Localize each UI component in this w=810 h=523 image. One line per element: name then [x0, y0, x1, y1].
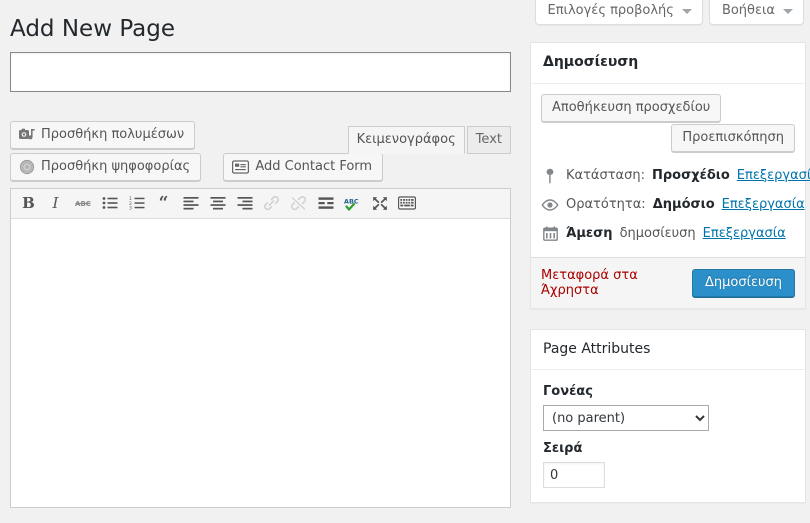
numbered-list-icon[interactable]: 1 2 3 — [123, 191, 150, 216]
insert-more-tag-icon[interactable] — [312, 191, 339, 216]
editor-container: B I ABC — [10, 187, 511, 508]
add-contact-form-label: Add Contact Form — [255, 158, 373, 174]
italic-icon[interactable]: I — [42, 191, 69, 216]
strikethrough-icon[interactable]: ABC — [69, 191, 96, 216]
pin-icon — [541, 168, 559, 184]
schedule-row: Άμεση δημοσίευση Επεξεργασία — [541, 220, 795, 249]
minor-publishing-actions: Αποθήκευση προσχεδίου Προεπισκόπηση — [541, 93, 795, 156]
tab-text-editor[interactable]: Text — [466, 125, 511, 154]
editor-wrap: Προσθήκη πολυμέσων Προσθήκη ψηφοφορίας A… — [10, 120, 511, 508]
svg-text:3: 3 — [129, 205, 132, 210]
svg-text:ABC: ABC — [344, 197, 359, 205]
secondary-media-buttons: Προσθήκη ψηφοφορίας Add Contact Form — [10, 152, 511, 181]
schedule-value: Άμεση — [566, 225, 613, 241]
post-status-value: Προσχέδιο — [651, 167, 730, 183]
page-attributes-body: Γονέας (no parent) Σειρά — [531, 370, 805, 502]
editor-mode-tabs: Κειμενογράφος Text — [347, 121, 511, 154]
add-media-button[interactable]: Προσθήκη πολυμέσων — [10, 120, 196, 149]
schedule-label: δημοσίευση — [619, 225, 696, 241]
chevron-down-icon — [681, 8, 692, 14]
misc-publishing-actions: Κατάσταση: Προσχέδιο Επεξεργασία Ορατότη… — [531, 156, 810, 257]
toolbar-toggle-icon[interactable] — [393, 191, 420, 216]
order-label: Σειρά — [543, 441, 583, 457]
blockquote-icon[interactable]: “ — [150, 191, 177, 216]
publish-box-heading: Δημοσίευση — [531, 43, 805, 84]
help-tab[interactable]: Βοήθεια — [708, 0, 804, 25]
publish-button[interactable]: Δημοσίευση — [691, 268, 795, 297]
major-publishing-actions: Μεταφορά στα Άχρηστα Δημοσίευση — [531, 256, 805, 308]
blockquote-glyph: “ — [158, 192, 169, 213]
screen-options-label: Επιλογές προβολής — [547, 3, 674, 18]
align-left-icon[interactable] — [177, 191, 204, 216]
visibility-value: Δημόσιο — [652, 196, 715, 212]
add-contact-form-button[interactable]: Add Contact Form — [223, 152, 384, 181]
add-media-label: Προσθήκη πολυμέσων — [41, 126, 185, 142]
bold-glyph: B — [22, 194, 35, 213]
editor-content-area[interactable] — [11, 218, 510, 507]
unlink-icon[interactable] — [285, 191, 312, 216]
screen-meta-links: Επιλογές προβολής Βοήθεια — [534, 0, 804, 25]
save-draft-button[interactable]: Αποθήκευση προσχεδίου — [541, 93, 722, 122]
insert-link-icon[interactable] — [258, 191, 285, 216]
bullet-list-icon[interactable] — [96, 191, 123, 216]
align-right-icon[interactable] — [231, 191, 258, 216]
edit-schedule-link[interactable]: Επεξεργασία — [703, 225, 786, 243]
add-media-icon — [19, 127, 35, 143]
order-input[interactable] — [543, 462, 605, 489]
page-title: Add New Page — [10, 16, 175, 42]
add-poll-button[interactable]: Προσθήκη ψηφοφορίας — [10, 152, 202, 181]
post-status-label: Κατάσταση: — [566, 167, 645, 183]
italic-glyph: I — [52, 194, 59, 213]
visibility-label: Ορατότητα: — [566, 196, 646, 212]
eye-icon — [541, 198, 559, 211]
move-to-trash-link[interactable]: Μεταφορά στα Άχρηστα — [541, 268, 692, 298]
post-title-wrap — [10, 52, 511, 92]
spellcheck-icon[interactable]: ABC — [339, 191, 366, 216]
parent-label: Γονέας — [543, 384, 593, 400]
side-sortables: Δημοσίευση Αποθήκευση προσχεδίου Προεπισ… — [530, 42, 810, 523]
post-title-input[interactable] — [11, 53, 510, 91]
parent-select[interactable]: (no parent) — [543, 405, 709, 432]
poll-icon — [19, 159, 35, 175]
tab-visual-editor[interactable]: Κειμενογράφος — [347, 125, 465, 154]
edit-status-link[interactable]: Επεξεργασία — [737, 167, 810, 185]
bold-icon[interactable]: B — [15, 191, 42, 216]
page-attributes-postbox: Page Attributes Γονέας (no parent) Σειρά — [530, 328, 806, 504]
visibility-row: Ορατότητα: Δημόσιο Επεξεργασία — [541, 191, 805, 220]
post-status-row: Κατάσταση: Προσχέδιο Επεξεργασία — [541, 162, 810, 191]
editor-toolbar: B I ABC — [11, 188, 510, 219]
help-label: Βοήθεια — [721, 3, 775, 18]
admin-page-wrap: Add New Page Προσθήκη πολυμέσων Προσθήκη… — [0, 0, 810, 519]
publish-actions: Αποθήκευση προσχεδίου Προεπισκόπηση — [531, 84, 805, 156]
fullscreen-icon[interactable] — [366, 191, 393, 216]
align-center-icon[interactable] — [204, 191, 231, 216]
add-poll-label: Προσθήκη ψηφοφορίας — [41, 158, 191, 174]
calendar-icon — [541, 226, 559, 241]
chevron-down-icon — [783, 8, 793, 14]
page-attributes-heading: Page Attributes — [531, 330, 805, 371]
publish-postbox: Δημοσίευση Αποθήκευση προσχεδίου Προεπισ… — [530, 42, 810, 309]
post-body-column: Προσθήκη πολυμέσων Προσθήκη ψηφοφορίας A… — [10, 52, 511, 508]
screen-options-tab[interactable]: Επιλογές προβολής — [534, 0, 703, 25]
preview-button[interactable]: Προεπισκόπηση — [671, 123, 795, 152]
edit-visibility-link[interactable]: Επεξεργασία — [722, 196, 805, 214]
media-buttons-bar: Προσθήκη πολυμέσων Προσθήκη ψηφοφορίας A… — [10, 120, 511, 188]
contact-form-icon — [232, 159, 250, 174]
